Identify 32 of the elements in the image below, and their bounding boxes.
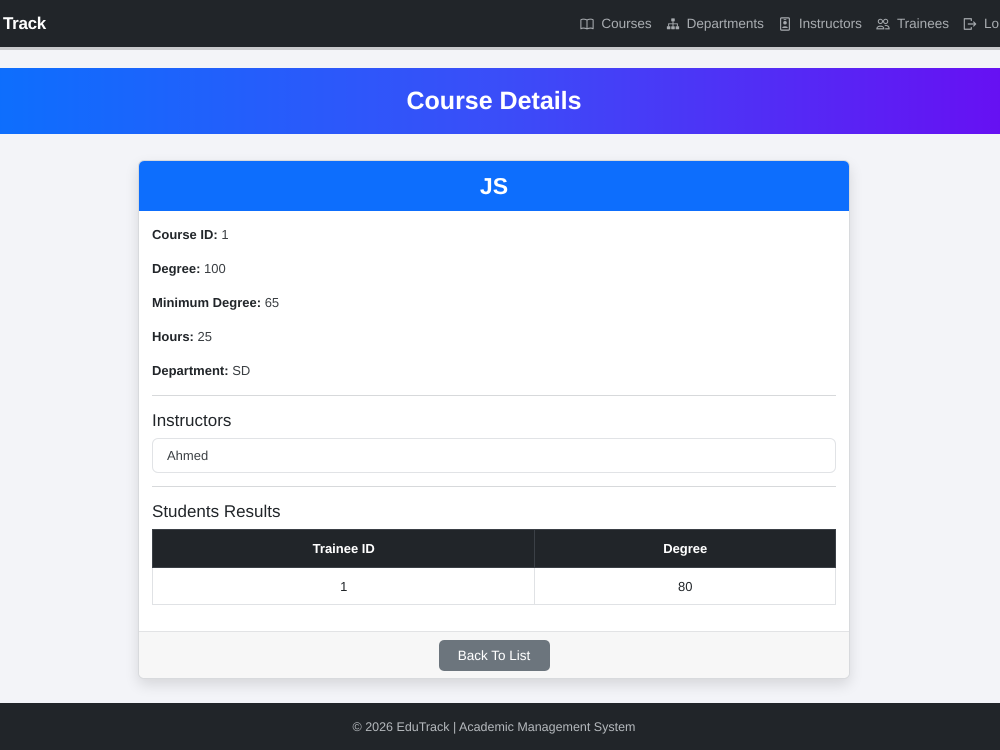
field-label: Degree:: [152, 261, 200, 276]
field-label: Minimum Degree:: [152, 295, 262, 310]
field-value: 65: [264, 295, 280, 310]
field-value: 1: [221, 227, 229, 242]
field-value: 100: [204, 261, 226, 276]
nav-link[interactable]: Courses: [580, 16, 652, 31]
nav-link[interactable]: Instructors: [778, 16, 862, 31]
footer-text: © 2026 EduTrack | Academic Management System: [352, 720, 636, 734]
field-label: Hours:: [152, 329, 194, 344]
instructor-item: Ahmed: [152, 438, 836, 473]
field-label: Department:: [152, 363, 229, 378]
field-value: SD: [232, 363, 250, 378]
nav-link[interactable]: Departments: [666, 16, 764, 31]
brand-name[interactable]: Track: [0, 14, 46, 34]
page-title: Course Details: [406, 86, 582, 116]
sitemap-icon: [666, 16, 680, 30]
id-badge-icon: [778, 16, 792, 30]
course-title: JS: [480, 172, 508, 200]
table-cell: 1: [152, 568, 535, 604]
people-icon: [876, 16, 890, 30]
field-label: Course ID:: [152, 227, 218, 242]
column-header: Degree: [534, 530, 836, 568]
book-icon: [580, 16, 594, 30]
logout-icon: [962, 16, 977, 30]
nav-link[interactable]: Trainees: [876, 16, 949, 31]
back-to-list-button[interactable]: Back To List: [438, 640, 550, 670]
nav-link[interactable]: Lo: [962, 16, 999, 31]
table-cell: 80: [534, 568, 836, 604]
section-heading: Students Results: [152, 501, 282, 523]
column-header: Trainee ID: [152, 530, 535, 568]
section-heading: Instructors: [152, 410, 232, 432]
field-value: 25: [198, 329, 212, 344]
